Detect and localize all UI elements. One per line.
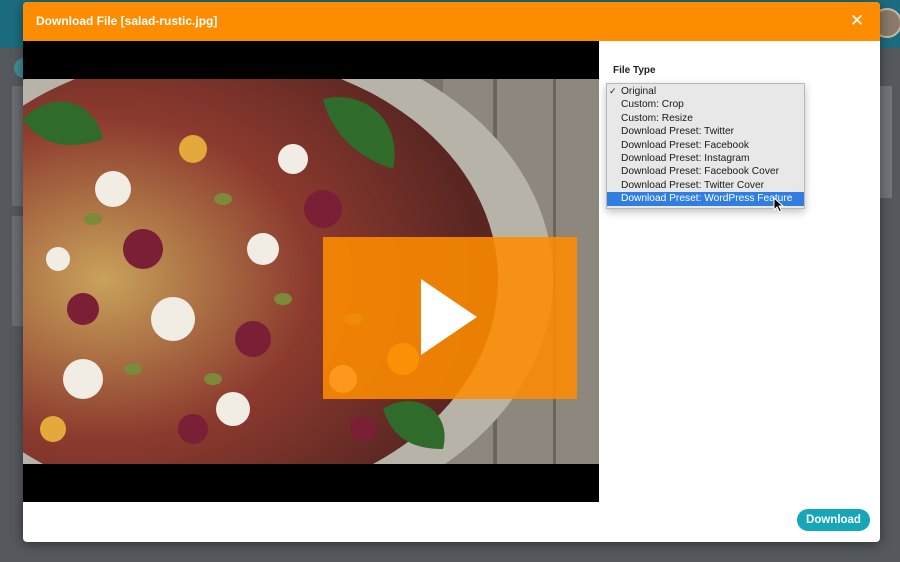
file-type-option-custom-resize[interactable]: Custom: Resize [607,112,804,125]
option-label: Download Preset: Facebook [621,139,749,151]
download-button[interactable]: Download [797,509,870,531]
file-type-option-twitter[interactable]: Download Preset: Twitter [607,125,804,138]
dialog-title: Download File [salad-rustic.jpg] [36,14,218,28]
option-label: Custom: Crop [621,99,684,111]
option-label: Download Preset: Facebook Cover [621,166,779,178]
option-label: Download Preset: Twitter Cover [621,179,765,191]
dialog-header: Download File [salad-rustic.jpg] ✕ [23,2,880,41]
option-label: Original [621,86,657,97]
option-label: Custom: Resize [621,112,693,124]
play-icon [421,279,477,355]
close-icon[interactable]: ✕ [848,12,866,30]
check-icon: ✓ [609,86,617,96]
file-type-option-facebook-cover[interactable]: Download Preset: Facebook Cover [607,165,804,178]
file-type-option-twitter-cover[interactable]: Download Preset: Twitter Cover [607,179,804,192]
file-type-dropdown[interactable]: ✓ Original Custom: Crop Custom: Resize Do… [606,83,805,209]
option-label: Download Preset: Instagram [621,152,750,164]
file-type-option-original[interactable]: ✓ Original [607,85,804,98]
image-preview [23,41,599,502]
option-label: Download Preset: WordPress Feature [621,193,793,205]
file-type-label: File Type [613,65,656,76]
file-type-option-facebook[interactable]: Download Preset: Facebook [607,139,804,152]
mouse-cursor-icon [773,197,785,213]
app-card [878,86,892,198]
play-button[interactable] [323,237,577,399]
download-file-dialog: Download File [salad-rustic.jpg] ✕ File … [23,2,880,542]
file-type-option-instagram[interactable]: Download Preset: Instagram [607,152,804,165]
file-type-option-custom-crop[interactable]: Custom: Crop [607,98,804,111]
option-label: Download Preset: Twitter [621,126,735,138]
